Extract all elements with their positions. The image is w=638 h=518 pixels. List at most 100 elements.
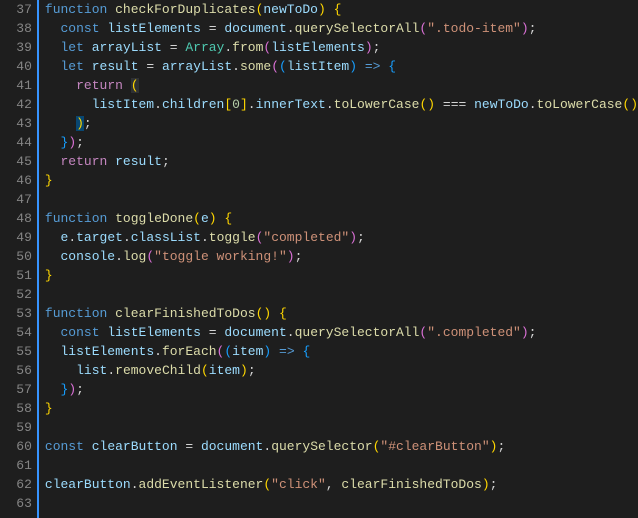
token: .	[287, 325, 295, 340]
token: ".todo-item"	[427, 21, 521, 36]
token: )	[287, 249, 295, 264]
token: (	[193, 211, 201, 226]
token: .	[287, 21, 295, 36]
token: .	[115, 249, 123, 264]
line-number: 44	[0, 133, 36, 152]
token: ;	[373, 40, 381, 55]
code-line[interactable]	[45, 494, 638, 513]
token: [	[224, 97, 232, 112]
line-number: 51	[0, 266, 36, 285]
token: .	[154, 344, 162, 359]
code-line[interactable]: const listElements = document.querySelec…	[45, 19, 638, 38]
code-area[interactable]: function checkForDuplicates(newToDo) { c…	[39, 0, 638, 518]
token: (	[131, 78, 139, 93]
token: (	[201, 363, 209, 378]
token: function	[45, 211, 107, 226]
token: (	[146, 249, 154, 264]
token: )	[630, 97, 638, 112]
code-line[interactable]: });	[45, 380, 638, 399]
token: listElements	[107, 325, 201, 340]
token: log	[123, 249, 146, 264]
token: toggleDone	[115, 211, 193, 226]
code-line[interactable]: function toggleDone(e) {	[45, 209, 638, 228]
token: clearFinishedToDos	[341, 477, 481, 492]
token: ;	[497, 439, 505, 454]
token: )	[521, 325, 529, 340]
token: function	[45, 306, 107, 321]
token: document	[201, 439, 263, 454]
token: ;	[76, 135, 84, 150]
token: {	[302, 344, 310, 359]
line-number: 55	[0, 342, 36, 361]
token: clearFinishedToDos	[115, 306, 255, 321]
code-line[interactable]	[45, 418, 638, 437]
code-line[interactable]: listElements.forEach((item) => {	[45, 342, 638, 361]
code-line[interactable]	[45, 190, 638, 209]
code-line[interactable]: const clearButton = document.querySelect…	[45, 437, 638, 456]
line-number: 40	[0, 57, 36, 76]
token: )	[427, 97, 435, 112]
line-number: 50	[0, 247, 36, 266]
token: =	[162, 40, 185, 55]
code-line[interactable]: }	[45, 171, 638, 190]
code-line[interactable]: e.target.classList.toggle("completed");	[45, 228, 638, 247]
code-line[interactable]: console.log("toggle working!");	[45, 247, 638, 266]
token: "#clearButton"	[380, 439, 489, 454]
token: innerText	[256, 97, 326, 112]
token: listItem	[92, 97, 154, 112]
token: arrayList	[92, 40, 162, 55]
token: )	[349, 230, 357, 245]
token: ===	[443, 97, 466, 112]
token: )	[76, 116, 84, 131]
code-line[interactable]: let arrayList = Array.from(listElements)…	[45, 38, 638, 57]
line-number: 46	[0, 171, 36, 190]
cursor-selection: )	[76, 116, 84, 131]
token: result	[92, 59, 139, 74]
token: .	[131, 477, 139, 492]
token: .	[201, 230, 209, 245]
code-line[interactable]	[45, 456, 638, 475]
code-line[interactable]: listItem.children[0].innerText.toLowerCa…	[45, 95, 638, 114]
token: )	[349, 59, 357, 74]
token: .	[232, 59, 240, 74]
token: let	[61, 40, 84, 55]
code-line[interactable]: const listElements = document.querySelec…	[45, 323, 638, 342]
code-line[interactable]: let result = arrayList.some((listItem) =…	[45, 57, 638, 76]
code-line[interactable]	[45, 285, 638, 304]
token: }	[45, 173, 53, 188]
token: {	[334, 2, 342, 17]
token: querySelector	[271, 439, 372, 454]
token: .	[123, 230, 131, 245]
code-line[interactable]: function checkForDuplicates(newToDo) {	[45, 0, 638, 19]
line-number: 57	[0, 380, 36, 399]
code-line[interactable]: });	[45, 133, 638, 152]
code-line[interactable]: list.removeChild(item);	[45, 361, 638, 380]
token: =	[201, 21, 224, 36]
code-line[interactable]: return result;	[45, 152, 638, 171]
line-number: 59	[0, 418, 36, 437]
code-line[interactable]: clearButton.addEventListener("click", cl…	[45, 475, 638, 494]
token: toLowerCase	[537, 97, 623, 112]
code-line[interactable]: );	[45, 114, 638, 133]
token: ;	[529, 325, 537, 340]
token: let	[61, 59, 84, 74]
line-number: 58	[0, 399, 36, 418]
code-line[interactable]: function clearFinishedToDos() {	[45, 304, 638, 323]
token: {	[279, 306, 287, 321]
token: (	[271, 59, 279, 74]
token: (	[224, 344, 232, 359]
token: .	[68, 230, 76, 245]
code-line[interactable]: return (	[45, 76, 638, 95]
token: ;	[490, 477, 498, 492]
code-line[interactable]: }	[45, 399, 638, 418]
token: newToDo	[474, 97, 529, 112]
code-line[interactable]: }	[45, 266, 638, 285]
line-number: 54	[0, 323, 36, 342]
token: const	[45, 439, 84, 454]
token: arrayList	[162, 59, 232, 74]
token: toggle	[209, 230, 256, 245]
token: }	[45, 268, 53, 283]
token: {	[224, 211, 232, 226]
line-number: 53	[0, 304, 36, 323]
line-number: 49	[0, 228, 36, 247]
